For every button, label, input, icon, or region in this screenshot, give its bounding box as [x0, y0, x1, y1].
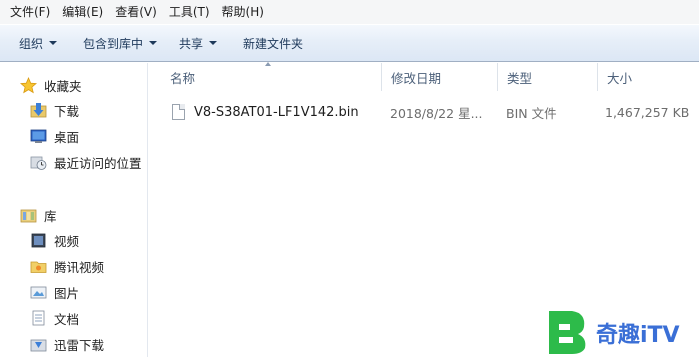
- folder-icon: [30, 258, 47, 275]
- watermark-text: 奇趣iTV: [596, 322, 680, 348]
- menu-view[interactable]: 查看(V): [109, 0, 163, 24]
- column-header-type[interactable]: 类型: [498, 63, 598, 91]
- menu-help[interactable]: 帮助(H): [216, 0, 270, 24]
- star-icon: [20, 76, 37, 94]
- menu-file[interactable]: 文件(F): [4, 0, 56, 24]
- nav-desktop[interactable]: 桌面: [30, 124, 79, 148]
- chevron-down-icon: [209, 41, 218, 45]
- include-in-library-button[interactable]: 包含到库中: [74, 30, 166, 56]
- nav-recent-places-label: 最近访问的位置: [54, 155, 142, 171]
- nav-tencent-video-label: 腾讯视频: [54, 259, 105, 275]
- new-folder-label: 新建文件夹: [243, 36, 304, 51]
- nav-videos[interactable]: 视频: [30, 228, 79, 252]
- file-type: BIN 文件: [506, 105, 557, 121]
- video-library-icon: [30, 232, 47, 249]
- nav-documents-label: 文档: [54, 311, 80, 327]
- column-header-type-label: 类型: [507, 70, 533, 86]
- command-bar: 组织 包含到库中 共享 新建文件夹: [0, 24, 699, 62]
- download-folder-icon: [30, 336, 47, 353]
- nav-desktop-label: 桌面: [54, 129, 80, 145]
- nav-downloads[interactable]: 下载: [30, 98, 79, 122]
- file-name: V8-S38AT01-LF1V142.bin: [194, 104, 359, 120]
- column-header-size[interactable]: 大小: [598, 63, 699, 91]
- logo-mark-icon: [544, 308, 590, 357]
- desktop-icon: [30, 128, 47, 145]
- recent-places-icon: [30, 154, 47, 171]
- nav-favorites[interactable]: 收藏夹: [20, 73, 82, 97]
- documents-icon: [30, 310, 47, 327]
- share-label: 共享: [179, 36, 204, 51]
- organize-button[interactable]: 组织: [10, 30, 66, 56]
- file-size: 1,467,257 KB: [605, 104, 690, 120]
- chevron-down-icon: [149, 41, 158, 45]
- nav-videos-label: 视频: [54, 233, 80, 249]
- watermark-logo: 奇趣iTV: [544, 308, 699, 357]
- column-header-date-label: 修改日期: [391, 70, 442, 86]
- libraries-icon: [20, 207, 37, 224]
- nav-recent-places[interactable]: 最近访问的位置: [30, 150, 142, 174]
- nav-pictures[interactable]: 图片: [30, 280, 79, 304]
- menu-tools[interactable]: 工具(T): [163, 0, 216, 24]
- column-header-name-label: 名称: [170, 70, 196, 86]
- chevron-down-icon: [49, 41, 58, 45]
- nav-libraries-label: 库: [44, 208, 57, 224]
- nav-documents[interactable]: 文档: [30, 306, 79, 330]
- table-row[interactable]: V8-S38AT01-LF1V142.bin 2018/8/22 星... BI…: [149, 100, 699, 124]
- column-header-date[interactable]: 修改日期: [382, 63, 498, 91]
- nav-tencent-video[interactable]: 腾讯视频: [30, 254, 104, 278]
- file-date: 2018/8/22 星...: [390, 105, 483, 121]
- file-icon: [172, 104, 185, 120]
- menu-edit[interactable]: 编辑(E): [56, 0, 109, 24]
- include-in-library-label: 包含到库中: [83, 36, 144, 51]
- nav-xunlei-download-label: 迅雷下载: [54, 337, 105, 353]
- navigation-pane: 收藏夹 下载 桌面 最近访问的位置 库 视频 腾讯视频 图片 文档 迅雷下载: [0, 63, 148, 357]
- pictures-icon: [30, 284, 47, 301]
- download-folder-icon: [30, 102, 47, 119]
- nav-xunlei-download[interactable]: 迅雷下载: [30, 332, 104, 356]
- file-name-cell[interactable]: V8-S38AT01-LF1V142.bin: [172, 100, 382, 124]
- nav-favorites-label: 收藏夹: [44, 78, 82, 94]
- column-header-name[interactable]: 名称: [161, 63, 382, 91]
- nav-pictures-label: 图片: [54, 285, 80, 301]
- share-button[interactable]: 共享: [170, 30, 226, 56]
- new-folder-button[interactable]: 新建文件夹: [234, 30, 312, 56]
- nav-libraries[interactable]: 库: [20, 203, 57, 227]
- menu-bar: 文件(F) 编辑(E) 查看(V) 工具(T) 帮助(H): [0, 0, 699, 24]
- organize-label: 组织: [19, 36, 44, 51]
- nav-downloads-label: 下载: [54, 103, 80, 119]
- column-header-size-label: 大小: [607, 70, 633, 86]
